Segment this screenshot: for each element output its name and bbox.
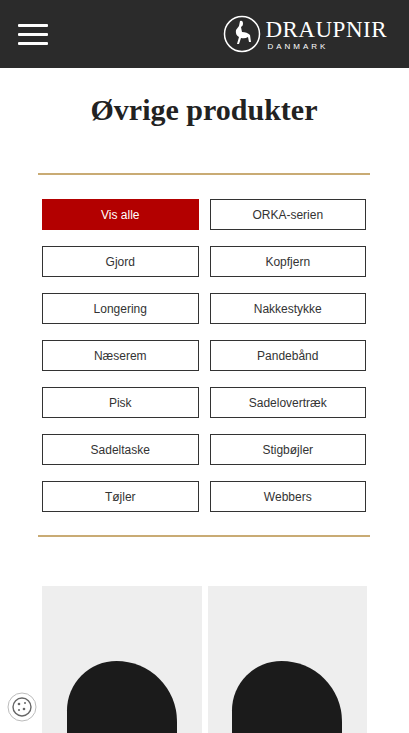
content: Øvrige produkter Vis alle ORKA-serien Gjord… bbox=[0, 68, 409, 733]
filter-button[interactable]: Kopfjern bbox=[210, 246, 367, 277]
divider bbox=[38, 535, 370, 537]
product-photo bbox=[42, 586, 202, 733]
cookie-icon[interactable] bbox=[7, 692, 37, 722]
filter-button[interactable]: Sadelovertræk bbox=[210, 387, 367, 418]
product-card[interactable] bbox=[42, 586, 202, 733]
filter-grid: Vis alle ORKA-serien Gjord Kopfjern Longerin… bbox=[38, 199, 370, 512]
product-photo bbox=[208, 586, 368, 733]
page: DRAUPNIR DANMARK Øvrige produkter Vis alle O… bbox=[0, 0, 409, 733]
filter-button[interactable]: Næserem bbox=[42, 340, 199, 371]
filter-button[interactable]: Pandebånd bbox=[210, 340, 367, 371]
product-grid bbox=[38, 586, 370, 733]
filter-button[interactable]: Sadeltaske bbox=[42, 434, 199, 465]
filter-button[interactable]: Stigbøjler bbox=[210, 434, 367, 465]
divider bbox=[38, 173, 370, 175]
logo[interactable]: DRAUPNIR DANMARK bbox=[223, 15, 387, 53]
page-title: Øvrige produkter bbox=[38, 68, 370, 130]
brand-name: DRAUPNIR bbox=[265, 18, 387, 41]
filter-button[interactable]: Vis alle bbox=[42, 199, 199, 230]
filter-button[interactable]: Webbers bbox=[210, 481, 367, 512]
product-card[interactable] bbox=[208, 586, 368, 733]
filter-button[interactable]: Gjord bbox=[42, 246, 199, 277]
brand-subtitle: DANMARK bbox=[265, 43, 328, 51]
filter-button[interactable]: Pisk bbox=[42, 387, 199, 418]
filter-button[interactable]: Nakkestykke bbox=[210, 293, 367, 324]
horse-rider-icon bbox=[223, 15, 261, 53]
menu-icon[interactable] bbox=[18, 24, 48, 45]
filter-button[interactable]: Tøjler bbox=[42, 481, 199, 512]
filter-button[interactable]: ORKA-serien bbox=[210, 199, 367, 230]
filter-button[interactable]: Longering bbox=[42, 293, 199, 324]
top-bar: DRAUPNIR DANMARK bbox=[0, 0, 409, 68]
